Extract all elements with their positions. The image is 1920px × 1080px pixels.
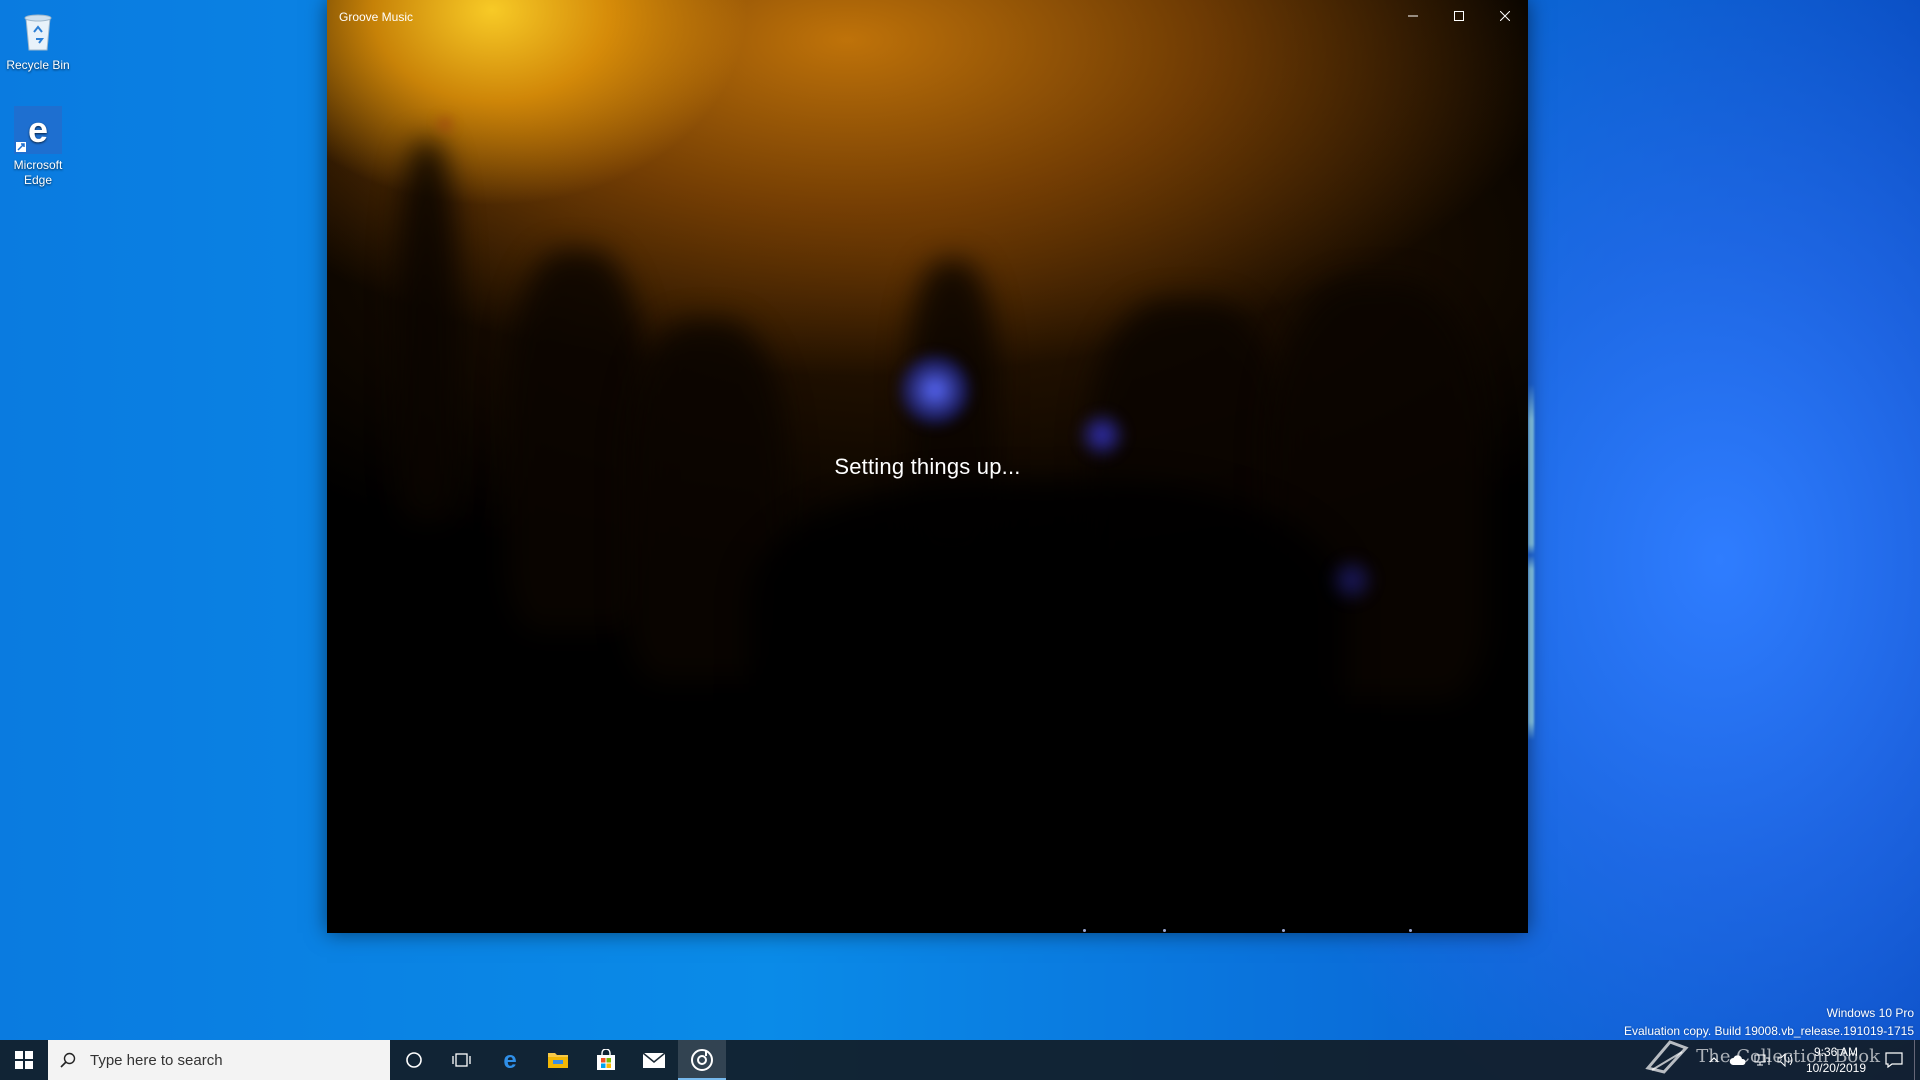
cortana-icon <box>406 1052 422 1068</box>
progress-dot <box>1163 929 1166 932</box>
start-button[interactable] <box>0 1040 48 1080</box>
desktop-icon-label: Recycle Bin <box>6 58 70 72</box>
cortana-button[interactable] <box>390 1040 438 1080</box>
mail-icon <box>642 1052 666 1068</box>
watermark-edition: Windows 10 Pro <box>1826 1006 1914 1020</box>
search-icon <box>48 1052 88 1068</box>
action-center-button[interactable] <box>1874 1040 1914 1080</box>
svg-text:e: e <box>503 1049 516 1071</box>
window-titlebar[interactable]: Groove Music <box>327 0 1528 32</box>
taskbar-search-box[interactable] <box>48 1040 390 1080</box>
window-title: Groove Music <box>339 10 414 24</box>
taskbar-clock[interactable]: 9:36 AM 10/20/2019 <box>1798 1044 1874 1076</box>
desktop-icon-label: Microsoft Edge <box>13 158 63 187</box>
maximize-icon <box>1454 11 1464 21</box>
store-icon <box>597 1049 615 1070</box>
speaker-icon <box>1777 1053 1793 1067</box>
search-input[interactable] <box>88 1050 372 1070</box>
close-button[interactable] <box>1482 0 1528 32</box>
groove-music-window[interactable]: Groove Music Setting things up... <box>327 0 1528 933</box>
maximize-button[interactable] <box>1436 0 1482 32</box>
volume-tray-button[interactable] <box>1774 1040 1798 1080</box>
network-icon <box>1754 1054 1770 1066</box>
task-view-icon <box>452 1053 471 1067</box>
edge-icon: e <box>14 106 62 154</box>
setup-status-text: Setting things up... <box>834 454 1021 479</box>
stage-light-bokeh <box>1327 555 1377 605</box>
taskbar-groove-music-button[interactable] <box>678 1040 726 1080</box>
start-icon <box>15 1051 33 1069</box>
taskbar-store-button[interactable] <box>582 1040 630 1080</box>
minimize-button[interactable] <box>1390 0 1436 32</box>
network-tray-button[interactable] <box>1750 1040 1774 1080</box>
recycle-bin-icon <box>14 6 62 54</box>
progress-dot <box>1282 929 1285 932</box>
svg-text:e: e <box>28 109 48 150</box>
notification-icon <box>1885 1052 1903 1068</box>
loading-progress-dots <box>327 929 1528 932</box>
stage-light-bokeh <box>900 355 970 425</box>
clock-time: 9:36 AM <box>1813 1045 1858 1059</box>
windows-watermark: Windows 10 Pro Evaluation copy. Build 19… <box>1624 1004 1914 1040</box>
stage-light-bokeh <box>1077 410 1127 460</box>
watermark-build: Evaluation copy. Build 19008.vb_release.… <box>1624 1024 1914 1038</box>
progress-dot <box>1083 929 1086 932</box>
system-tray: 9:36 AM 10/20/2019 <box>1702 1040 1920 1080</box>
progress-dot <box>1409 929 1412 932</box>
close-icon <box>1500 11 1510 21</box>
cloud-icon <box>1729 1055 1746 1065</box>
taskbar-file-explorer-button[interactable] <box>534 1040 582 1080</box>
taskbar-mail-button[interactable] <box>630 1040 678 1080</box>
onedrive-tray-button[interactable] <box>1726 1040 1750 1080</box>
show-desktop-button[interactable] <box>1914 1040 1920 1080</box>
taskbar-edge-button[interactable]: e <box>486 1040 534 1080</box>
desktop-light-streak <box>1528 384 1534 740</box>
taskbar: e <box>0 1040 1920 1080</box>
minimize-icon <box>1408 15 1418 17</box>
background-silhouette <box>747 480 1347 780</box>
task-view-button[interactable] <box>438 1040 486 1080</box>
show-hidden-icons-button[interactable] <box>1702 1040 1726 1080</box>
groove-music-icon <box>691 1049 713 1071</box>
file-explorer-icon <box>548 1053 568 1068</box>
background-silhouette <box>507 250 647 630</box>
clock-date: 10/20/2019 <box>1805 1061 1866 1075</box>
chevron-up-icon <box>1709 1057 1719 1063</box>
desktop-icon-recycle-bin[interactable]: Recycle Bin <box>0 6 76 73</box>
edge-icon: e <box>503 1049 516 1071</box>
stage-light-bokeh <box>439 118 451 130</box>
desktop-icon-microsoft-edge[interactable]: e Microsoft Edge <box>0 106 76 188</box>
